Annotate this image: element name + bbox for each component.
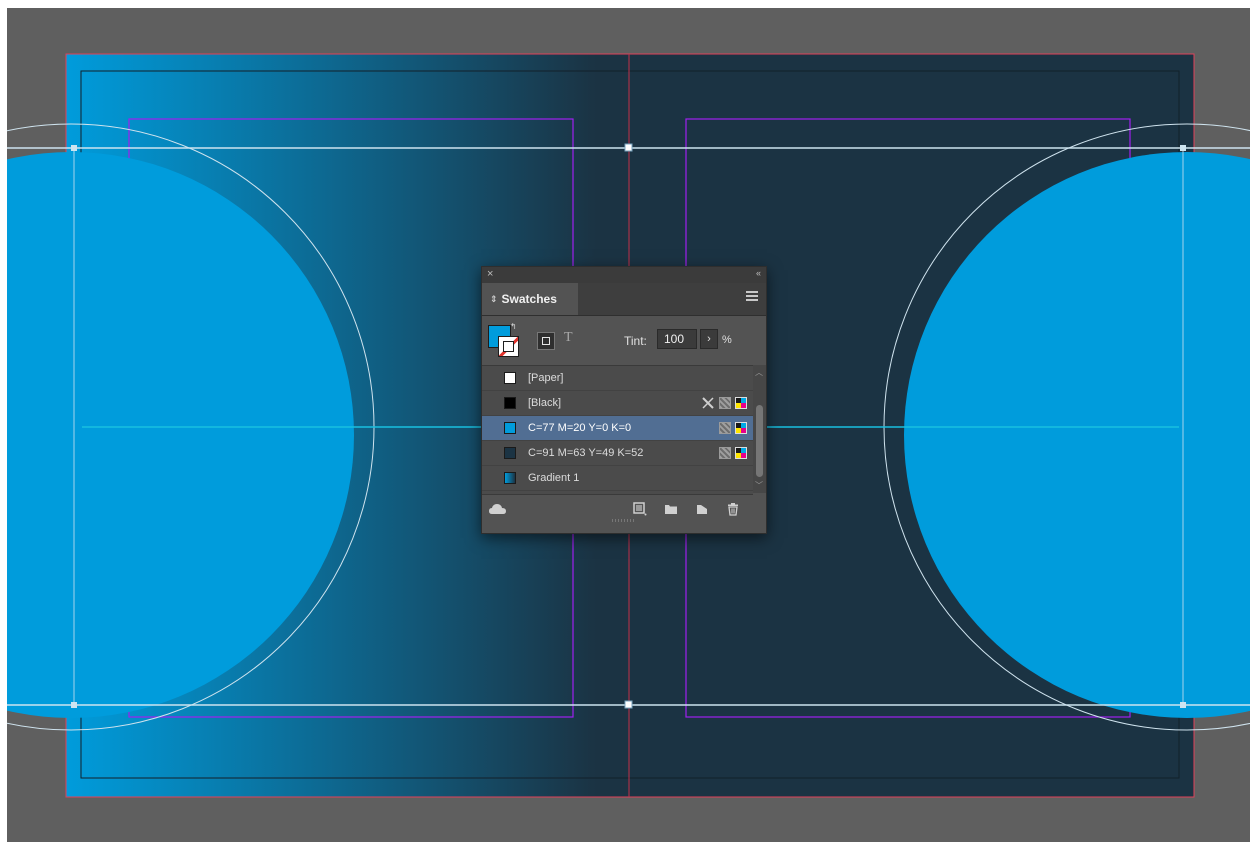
panel-footer xyxy=(482,494,766,524)
tab-swatches-label: Swatches xyxy=(501,292,557,306)
cc-libraries-icon[interactable] xyxy=(488,502,508,516)
swap-fill-stroke-icon[interactable]: ↰ xyxy=(510,322,517,331)
tint-input[interactable] xyxy=(657,329,697,349)
swatches-panel: × ‹‹ ⇕ Swatches ↰ T Tint: › % [Paper] xyxy=(481,266,767,534)
swatch-chip xyxy=(504,397,516,409)
swatch-name: [Black] xyxy=(528,397,562,409)
tint-label: Tint: xyxy=(624,334,647,348)
swatch-row-black[interactable]: [Black] xyxy=(482,391,753,416)
tint-unit: % xyxy=(722,334,732,346)
collapse-panel-icon[interactable]: ‹‹ xyxy=(756,268,761,278)
tint-stepper-button[interactable]: › xyxy=(700,329,718,349)
scroll-down-icon[interactable]: ﹀ xyxy=(755,480,763,491)
fill-stroke-selector[interactable]: ↰ xyxy=(488,322,522,357)
selection-handle-left-bottom[interactable] xyxy=(71,702,77,708)
process-color-icon xyxy=(719,422,731,434)
cmyk-mode-icon xyxy=(735,397,747,409)
expand-options-icon[interactable]: ⇕ xyxy=(490,294,498,305)
cmyk-mode-icon xyxy=(735,447,747,459)
scroll-up-icon[interactable]: ︿ xyxy=(755,367,763,378)
selection-handle-top[interactable] xyxy=(624,143,633,152)
swatch-name: Gradient 1 xyxy=(528,472,580,484)
swatch-chip xyxy=(504,422,516,434)
process-color-icon xyxy=(719,397,731,409)
swatch-list: [Paper] [Black] C=77 M=20 Y=0 K=0 C=91 M… xyxy=(482,365,753,495)
stroke-swatch[interactable] xyxy=(498,336,519,357)
panel-menu-icon[interactable] xyxy=(746,291,758,303)
selection-handle-right-top[interactable] xyxy=(1180,145,1186,151)
swatch-row-dark-teal[interactable]: C=91 M=63 Y=49 K=52 xyxy=(482,441,753,466)
swatch-chip xyxy=(504,372,516,384)
swatch-name: C=77 M=20 Y=0 K=0 xyxy=(528,422,632,434)
swatch-row-cyan[interactable]: C=77 M=20 Y=0 K=0 xyxy=(482,416,753,441)
close-icon[interactable]: × xyxy=(487,268,493,280)
new-color-group-icon[interactable] xyxy=(664,502,678,516)
swatch-tools-row: ↰ T Tint: › % xyxy=(482,315,766,365)
selection-handle-bottom[interactable] xyxy=(624,700,633,709)
show-swatch-views-icon[interactable] xyxy=(633,502,647,516)
non-editable-icon xyxy=(702,397,714,409)
process-color-icon xyxy=(719,447,731,459)
panel-resize-grip[interactable] xyxy=(612,519,636,522)
cmyk-mode-icon xyxy=(735,422,747,434)
swatch-name: [Paper] xyxy=(528,372,564,384)
selection-handle-right-bottom[interactable] xyxy=(1180,702,1186,708)
swatch-name: C=91 M=63 Y=49 K=52 xyxy=(528,447,644,459)
swatch-list-scrollbar[interactable]: ︿ ﹀ xyxy=(753,365,766,493)
swatch-chip xyxy=(504,472,516,484)
tab-swatches[interactable]: ⇕ Swatches xyxy=(482,283,578,315)
swatch-row-gradient[interactable]: Gradient 1 xyxy=(482,466,753,491)
formatting-affects-container-button[interactable] xyxy=(537,332,555,350)
delete-swatch-icon[interactable] xyxy=(726,502,740,516)
selection-handle-left-top[interactable] xyxy=(71,145,77,151)
new-swatch-icon[interactable] xyxy=(695,502,709,516)
formatting-affects-text-button[interactable]: T xyxy=(564,330,573,346)
panel-title-bar[interactable]: × ‹‹ xyxy=(482,267,766,283)
swatch-row-paper[interactable]: [Paper] xyxy=(482,366,753,391)
panel-tab-row: ⇕ Swatches xyxy=(482,283,766,316)
swatch-chip xyxy=(504,447,516,459)
scroll-thumb[interactable] xyxy=(756,405,763,477)
